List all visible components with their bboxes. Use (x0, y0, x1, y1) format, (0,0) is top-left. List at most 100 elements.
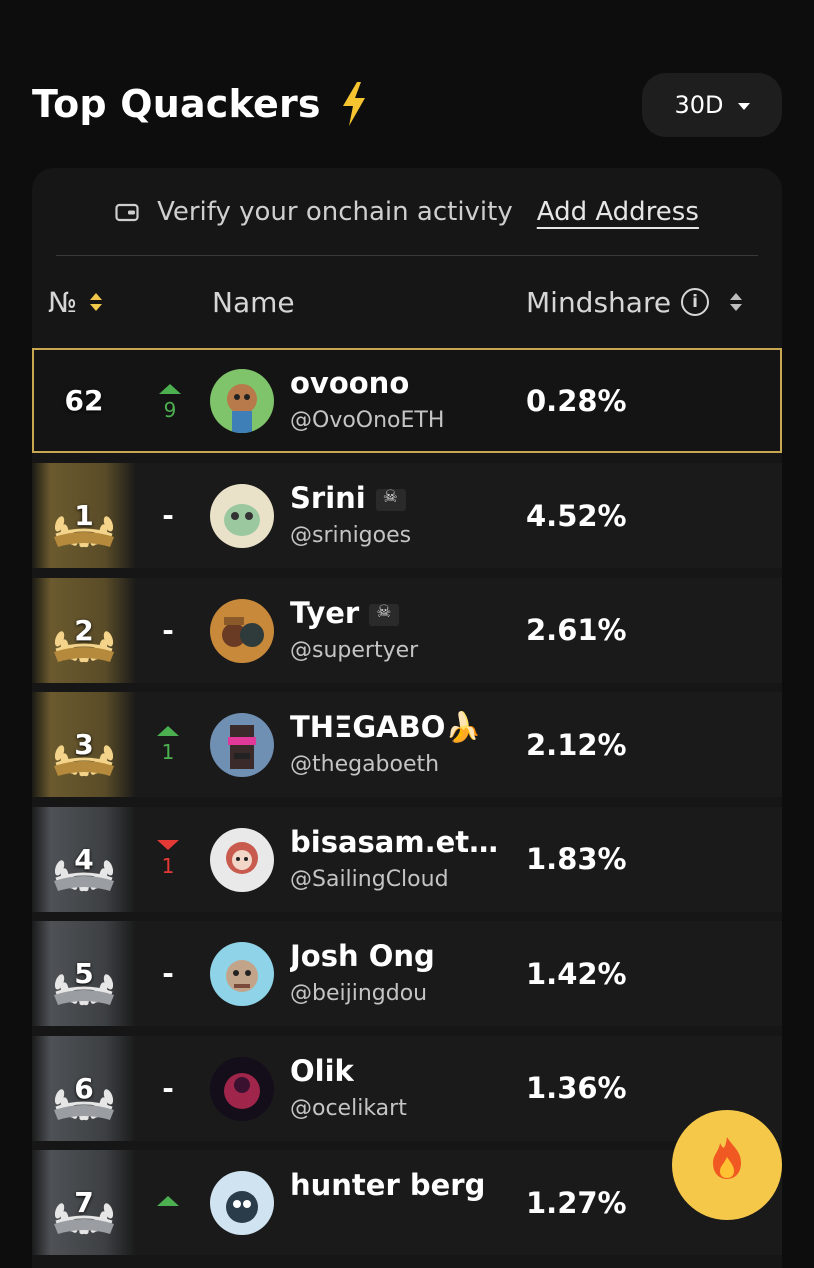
period-dropdown[interactable]: 30D (642, 73, 782, 137)
user-handle[interactable]: @OvoOnoETH (290, 408, 444, 433)
lightning-icon (342, 82, 365, 126)
user-name-text: THΞGABO🍌 (290, 710, 482, 744)
rank-change: - (150, 921, 186, 1026)
table-row[interactable]: 3 1 THΞGABO🍌 @thegaboeth 2.12% (32, 692, 782, 797)
user-name[interactable]: Josh Ong (290, 939, 435, 973)
mindshare-header-label: Mindshare (526, 285, 672, 319)
avatar (210, 942, 274, 1006)
rank-number: 1 (74, 499, 94, 532)
rank-change-value: 9 (163, 397, 177, 422)
rank-cell: 6 (32, 1035, 136, 1141)
verify-banner: Verify your onchain activity Add Address (32, 168, 782, 256)
rank-cell: 1 (32, 463, 136, 568)
pirate-flag-icon (369, 602, 400, 626)
rank-change: - (150, 463, 186, 568)
verify-text: Verify your onchain activity (157, 197, 513, 227)
rank-change-value: - (162, 499, 174, 532)
wallet-icon (115, 203, 139, 222)
user-name-text: bisasam.et… (290, 824, 499, 859)
user-name[interactable]: ovoono (290, 366, 409, 400)
rank-cell: 4 (32, 806, 136, 912)
rank-change: 1 (150, 807, 186, 912)
rank-change (150, 1150, 186, 1255)
rank-change: - (150, 1036, 186, 1141)
table-row[interactable]: 7 hunter berg 1.27% (32, 1150, 782, 1255)
avatar (210, 827, 274, 892)
mindshare-value: 1.83% (526, 842, 627, 876)
up-arrow-icon (159, 383, 181, 394)
user-name-text: Srini (290, 481, 366, 515)
rank-change-value: 1 (161, 854, 175, 878)
table-row[interactable]: 6 - Olik @ocelikart 1.36% (32, 1035, 782, 1141)
rank-change-value: - (162, 957, 174, 990)
rank-number: 3 (74, 728, 94, 761)
rank-change-value: - (162, 1071, 174, 1105)
down-arrow-icon (157, 840, 179, 850)
avatar (210, 598, 274, 663)
mindshare-value: 2.12% (526, 727, 627, 762)
mindshare-value: 1.42% (526, 956, 627, 991)
user-handle[interactable]: @supertyer (290, 638, 418, 663)
page-title: Top Quackers (32, 82, 369, 126)
table-row[interactable]: 1 - Srini @srinigoes 4.52% (32, 463, 782, 568)
up-arrow-icon (157, 1195, 179, 1206)
user-name-text: Josh Ong (290, 939, 435, 973)
avatar (210, 484, 274, 548)
fire-icon (713, 1137, 741, 1179)
user-name[interactable]: Tyer (290, 595, 400, 630)
title-text: Top Quackers (32, 82, 321, 126)
rank-change: 9 (152, 350, 188, 455)
add-address-link[interactable]: Add Address (537, 197, 699, 227)
rank-header-label: № (48, 285, 78, 319)
rank-cell: 2 (32, 577, 136, 683)
user-handle[interactable]: @thegaboeth (290, 752, 439, 777)
leaderboard-card: Verify your onchain activity Add Address… (32, 168, 782, 1268)
user-name[interactable]: hunter berg (290, 1168, 485, 1202)
rank-number: 62 (64, 384, 104, 417)
user-name[interactable]: THΞGABO🍌 (290, 710, 482, 745)
up-arrow-icon (157, 725, 179, 736)
chevron-down-icon (737, 103, 750, 110)
rank-cell: 5 (32, 921, 136, 1026)
user-name-text: Olik (290, 1053, 354, 1088)
pirate-flag-icon (375, 487, 406, 511)
rank-number: 4 (74, 842, 94, 876)
rank-change-value: 1 (161, 739, 175, 764)
avatar (210, 713, 274, 777)
divider (56, 255, 758, 256)
user-name[interactable]: Srini (290, 481, 406, 515)
rank-number: 7 (74, 1186, 94, 1219)
user-handle[interactable]: @ocelikart (290, 1096, 407, 1121)
table-row[interactable]: 2 - Tyer @supertyer 2.61% (32, 577, 782, 683)
user-name[interactable]: bisasam.et… (290, 825, 498, 859)
avatar (210, 1171, 274, 1235)
mindshare-value: 1.27% (526, 1185, 627, 1220)
mindshare-value: 2.61% (526, 613, 627, 647)
table-row[interactable]: 5 - Josh Ong @beijingdou 1.42% (32, 921, 782, 1026)
user-handle[interactable]: @SailingCloud (290, 867, 449, 892)
table-row[interactable]: 4 1 bisasam.et… @SailingCloud 1.83% (32, 806, 782, 912)
user-name-text: Tyer (290, 595, 360, 630)
column-header-mindshare[interactable]: Mindshare i (526, 276, 743, 328)
avatar (210, 369, 274, 433)
rank-change-value: - (162, 613, 174, 647)
column-header-rank[interactable]: № (48, 276, 103, 328)
column-header-name: Name (212, 276, 295, 328)
name-header-label: Name (212, 285, 295, 319)
user-name-text: hunter berg (290, 1168, 486, 1202)
user-handle[interactable]: @srinigoes (290, 523, 411, 548)
user-handle[interactable]: @beijingdou (290, 981, 427, 1006)
sort-icon (90, 293, 103, 311)
avatar (210, 1056, 274, 1121)
info-icon[interactable]: i (681, 288, 710, 316)
sort-icon[interactable] (729, 291, 743, 313)
rank-number: 5 (74, 957, 94, 990)
rank-number: 6 (74, 1071, 94, 1105)
user-name[interactable]: Olik (290, 1054, 354, 1088)
mindshare-value: 0.28% (526, 383, 627, 418)
rank-number: 2 (74, 613, 94, 647)
current-user-row[interactable]: 62 9 ovoono @OvoOnoETH 0.28% (32, 348, 782, 453)
rank-cell: 7 (32, 1150, 136, 1255)
mindshare-value: 1.36% (526, 1071, 627, 1105)
fire-button[interactable] (672, 1110, 782, 1220)
